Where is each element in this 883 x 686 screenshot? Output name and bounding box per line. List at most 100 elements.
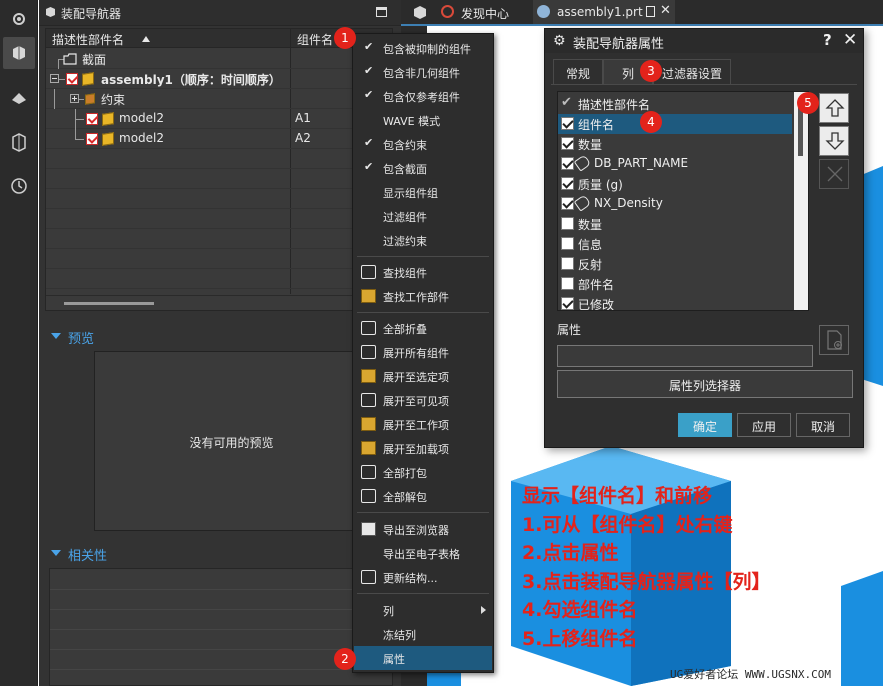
menu-pack-all[interactable]: 全部打包: [354, 460, 492, 484]
horizontal-scrollbar[interactable]: [46, 295, 392, 310]
column-checkbox[interactable]: [561, 257, 574, 270]
column-item[interactable]: 组件名: [558, 114, 792, 134]
menu-columns[interactable]: 列: [354, 598, 492, 622]
ok-button[interactable]: 确定: [678, 413, 732, 437]
menu-export-browser[interactable]: 导出至浏览器: [354, 517, 492, 541]
menu-expand-to-selected[interactable]: 展开至选定项: [354, 364, 492, 388]
list-scrollbar[interactable]: [794, 92, 808, 310]
menu-filter-components[interactable]: 过滤组件: [354, 204, 492, 228]
menu-unpack-all[interactable]: 全部解包: [354, 484, 492, 508]
tree-row-constraints[interactable]: 约束: [46, 89, 392, 109]
menu-include-sections[interactable]: ✔ 包含截面: [354, 156, 492, 180]
move-down-button[interactable]: [819, 126, 849, 156]
column-checkbox[interactable]: [561, 137, 574, 150]
tree-row-section[interactable]: 截面: [46, 49, 392, 69]
empty-row: [46, 269, 392, 289]
column-header-component-name[interactable]: 组件名: [297, 31, 333, 48]
history-clock-icon[interactable]: [3, 170, 35, 202]
expand-toggle-icon[interactable]: [70, 94, 79, 103]
sort-ascending-icon: [142, 36, 150, 42]
menu-include-reference-only[interactable]: ✔ 包含仅参考组件: [354, 84, 492, 108]
attribute-input[interactable]: [557, 345, 813, 367]
tree-row-model2-a1[interactable]: model2 A1: [46, 109, 392, 129]
column-item[interactable]: 部件名: [558, 274, 792, 294]
menu-freeze-column[interactable]: 冻结列: [354, 622, 492, 646]
menu-include-suppressed[interactable]: ✔ 包含被抑制的组件: [354, 36, 492, 60]
settings-gear-icon[interactable]: [3, 3, 35, 35]
column-checkbox[interactable]: [561, 237, 574, 250]
column-item[interactable]: 已修改: [558, 294, 792, 310]
empty-row: [46, 249, 392, 269]
column-item[interactable]: DB_PART_NAME: [558, 154, 792, 174]
tab-icon-button[interactable]: [407, 0, 433, 24]
help-icon[interactable]: ?: [823, 31, 832, 49]
tree-label-model2: model2: [119, 131, 164, 145]
delete-column-button[interactable]: [819, 159, 849, 189]
column-checkbox[interactable]: [561, 117, 574, 130]
unpack-all-icon: [361, 489, 376, 503]
preview-section-header[interactable]: 预览: [39, 325, 401, 347]
step-badge-4: 4: [640, 111, 662, 133]
column-item[interactable]: 反射: [558, 254, 792, 274]
column-item[interactable]: 信息: [558, 234, 792, 254]
menu-include-nongeometric[interactable]: ✔ 包含非几何组件: [354, 60, 492, 84]
tree-row-model2-a2[interactable]: model2 A2: [46, 129, 392, 149]
visibility-checkbox[interactable]: [66, 73, 78, 85]
tab-assembly1[interactable]: assembly1.prt ✕: [533, 0, 675, 24]
column-checkbox[interactable]: [561, 177, 574, 190]
menu-find-work-part[interactable]: 查找工作部件: [354, 284, 492, 308]
menu-expand-to-work[interactable]: 展开至工作项: [354, 412, 492, 436]
tab-filter-settings[interactable]: 过滤器设置: [653, 59, 731, 85]
column-checkbox[interactable]: [561, 157, 574, 170]
dialog-title-bar[interactable]: ⚙ 装配导航器属性 ? ✕: [545, 29, 863, 53]
preview-title: 预览: [68, 332, 95, 347]
expand-all-icon: [361, 345, 376, 359]
visibility-checkbox[interactable]: [86, 113, 98, 125]
part-navigator-icon[interactable]: [3, 82, 35, 114]
find-component-icon: [361, 265, 376, 279]
menu-include-constraints[interactable]: ✔ 包含约束: [354, 132, 492, 156]
cancel-button[interactable]: 取消: [796, 413, 850, 437]
tab-discovery-center[interactable]: 发现中心: [437, 0, 533, 24]
column-checkbox[interactable]: [561, 297, 574, 310]
component-icon: [102, 112, 114, 126]
navigator-tree[interactable]: 描述性部件名 组件名 截面 assembly1（顺序：时间顺序） 约束 mode…: [45, 28, 393, 311]
menu-wave-mode[interactable]: WAVE 模式: [354, 108, 492, 132]
menu-filter-constraints[interactable]: 过滤约束: [354, 228, 492, 252]
column-item[interactable]: NX_Density: [558, 194, 792, 214]
maximize-icon[interactable]: [376, 7, 387, 17]
reuse-library-icon[interactable]: [3, 126, 35, 158]
menu-expand-to-loaded[interactable]: 展开至加载项: [354, 436, 492, 460]
menu-collapse-all[interactable]: 全部折叠: [354, 316, 492, 340]
tab-general[interactable]: 常规: [553, 59, 603, 85]
scrollbar-thumb[interactable]: [64, 302, 154, 305]
column-item[interactable]: ✔ 描述性部件名: [558, 94, 792, 114]
column-item[interactable]: 质量 (g): [558, 174, 792, 194]
collapse-toggle-icon[interactable]: [50, 74, 59, 83]
close-tab-icon[interactable]: ✕: [660, 3, 671, 18]
attribute-column-selector-button[interactable]: 属性列选择器: [557, 370, 853, 398]
menu-show-component-groups[interactable]: 显示组件组: [354, 180, 492, 204]
apply-button[interactable]: 应用: [737, 413, 791, 437]
column-checkbox[interactable]: [561, 217, 574, 230]
related-section-header[interactable]: 相关性: [39, 542, 401, 564]
add-attribute-button[interactable]: [819, 325, 849, 355]
menu-update-structure[interactable]: 更新结构...: [354, 565, 492, 589]
menu-export-spreadsheet[interactable]: 导出至电子表格: [354, 541, 492, 565]
menu-find-component[interactable]: 查找组件: [354, 260, 492, 284]
close-icon[interactable]: ✕: [843, 30, 857, 50]
column-checkbox[interactable]: [561, 197, 574, 210]
component-icon: [102, 132, 114, 146]
menu-expand-all[interactable]: 展开所有组件: [354, 340, 492, 364]
column-item[interactable]: 数量: [558, 214, 792, 234]
assembly-navigator-icon[interactable]: [3, 37, 35, 69]
tree-row-assembly1[interactable]: assembly1（顺序：时间顺序）: [46, 69, 392, 89]
columns-list[interactable]: ✔ 描述性部件名 组件名 数量 DB_PART_NAME 质量 (g) NX_De…: [557, 91, 809, 311]
column-header-description[interactable]: 描述性部件名: [52, 31, 124, 48]
move-up-button[interactable]: [819, 93, 849, 123]
column-checkbox[interactable]: [561, 277, 574, 290]
column-item[interactable]: 数量: [558, 134, 792, 154]
menu-properties[interactable]: 属性: [354, 646, 492, 670]
menu-expand-to-visible[interactable]: 展开至可见项: [354, 388, 492, 412]
visibility-checkbox[interactable]: [86, 133, 98, 145]
